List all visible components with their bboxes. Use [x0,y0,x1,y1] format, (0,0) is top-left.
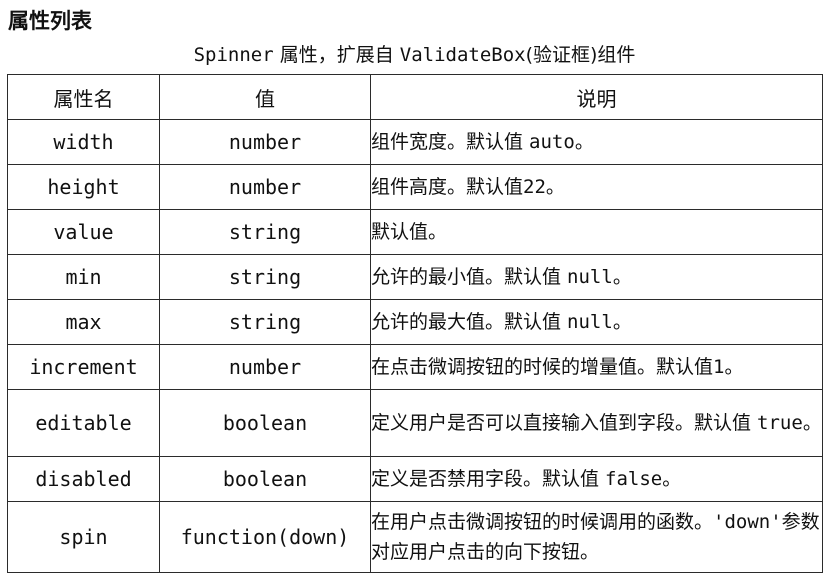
description-text: 允许的最大值。默认值 [371,311,568,333]
property-description: 定义用户是否可以直接输入值到字段。默认值 true。 [370,389,823,457]
code-value: null [567,311,613,333]
property-name: min [7,254,160,300]
property-name: max [7,299,160,345]
table-row: editable boolean 定义用户是否可以直接输入值到字段。默认值 tr… [7,389,823,457]
property-description: 组件宽度。默认值 auto。 [370,119,823,165]
caption-base-component: ValidateBox [399,44,526,66]
description-text: 组件宽度。默认值 [371,131,530,153]
property-type: number [159,164,371,210]
header-property-name: 属性名 [7,74,160,120]
property-name: spin [7,501,160,573]
code-value: 'down' [713,511,782,533]
header-description: 说明 [370,74,823,120]
table-row: value string 默认值。 [7,209,823,255]
table-row: disabled boolean 定义是否禁用字段。默认值 false。 [7,456,823,502]
property-type: boolean [159,389,371,457]
properties-table: 属性名 值 说明 width number 组件宽度。默认值 auto。 hei… [7,74,823,573]
section-heading: 属性列表 [8,9,92,33]
header-value: 值 [159,74,371,120]
property-description: 允许的最小值。默认值 null。 [370,254,823,300]
table-caption: Spinner 属性，扩展自 ValidateBox(验证框)组件 [0,39,829,71]
property-type: function(down) [159,501,371,573]
description-text: 定义是否禁用字段。默认值 [371,468,606,490]
table-header-row: 属性名 值 说明 [7,74,823,120]
table-row: max string 允许的最大值。默认值 null。 [7,299,823,345]
code-value: 22 [523,176,546,198]
property-name: increment [7,344,160,390]
caption-suffix-text: (验证框)组件 [525,44,636,66]
description-text: 允许的最小值。默认值 [371,266,568,288]
caption-component-name: Spinner [193,44,274,66]
description-text: 在用户点击微调按钮的时候调用的函数。 [371,511,714,533]
table-row: increment number 在点击微调按钮的时候的增量值。默认值1。 [7,344,823,390]
description-text: 组件高度。默认值 [371,176,524,198]
property-description: 在点击微调按钮的时候的增量值。默认值1。 [370,344,823,390]
description-text: 默认值。 [371,221,448,243]
description-text: 定义用户是否可以直接输入值到字段。默认值 [371,412,758,434]
property-name: editable [7,389,160,457]
table-row: spin function(down) 在用户点击微调按钮的时候调用的函数。'd… [7,501,823,573]
property-type: string [159,254,371,300]
table-row: min string 允许的最小值。默认值 null。 [7,254,823,300]
property-description: 允许的最大值。默认值 null。 [370,299,823,345]
description-text: 。 [574,131,594,153]
property-type: number [159,119,371,165]
code-value: 1 [713,356,725,378]
property-description: 默认值。 [370,209,823,255]
property-name: disabled [7,456,160,502]
property-type: string [159,209,371,255]
property-type: boolean [159,456,371,502]
property-type: string [159,299,371,345]
description-text: 。 [724,356,744,378]
property-description: 组件高度。默认值22。 [370,164,823,210]
table-row: height number 组件高度。默认值22。 [7,164,823,210]
table-row: width number 组件宽度。默认值 auto。 [7,119,823,165]
code-value: true [757,412,803,434]
code-value: null [567,266,613,288]
property-description: 定义是否禁用字段。默认值 false。 [370,456,823,502]
property-type: number [159,344,371,390]
description-text: 。 [545,176,565,198]
property-name: width [7,119,160,165]
code-value: false [605,468,663,490]
code-value: auto [529,131,575,153]
property-description: 在用户点击微调按钮的时候调用的函数。'down'参数对应用户点击的向下按钮。 [370,501,823,573]
description-text: 。 [612,311,632,333]
property-name: height [7,164,160,210]
description-text: 。 [802,412,822,434]
property-name: value [7,209,160,255]
caption-middle-text: 属性，扩展自 [273,44,400,66]
description-text: 。 [612,266,632,288]
description-text: 在点击微调按钮的时候的增量值。默认值 [371,356,714,378]
description-text: 。 [662,468,682,490]
